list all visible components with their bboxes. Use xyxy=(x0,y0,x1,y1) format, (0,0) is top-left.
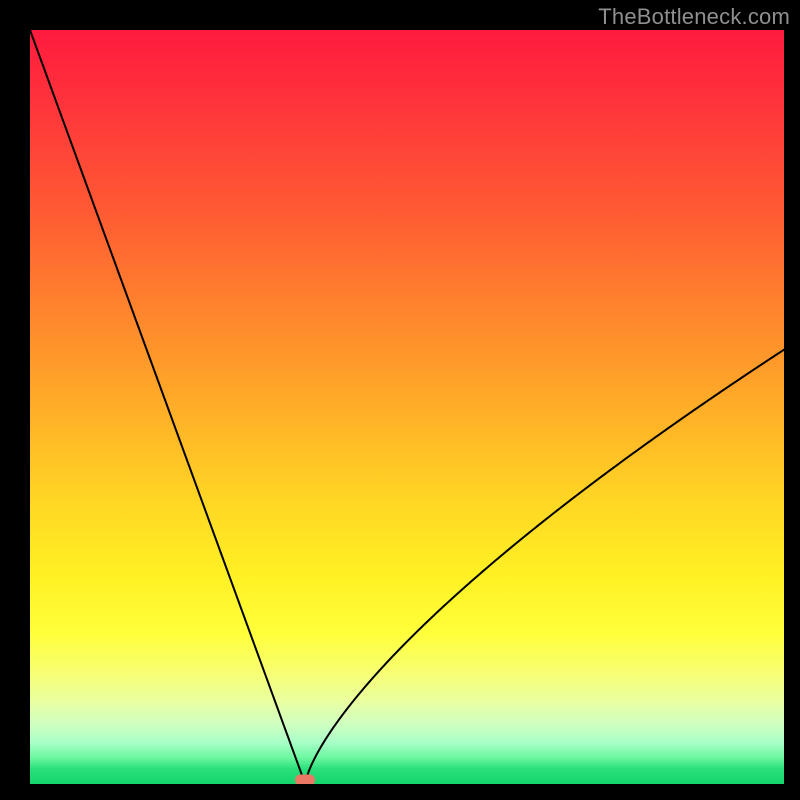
optimal-point-marker xyxy=(295,775,315,785)
chart-frame: TheBottleneck.com xyxy=(0,0,800,800)
plot-area xyxy=(30,30,784,784)
watermark-label: TheBottleneck.com xyxy=(598,4,790,30)
bottleneck-curve xyxy=(30,30,784,784)
